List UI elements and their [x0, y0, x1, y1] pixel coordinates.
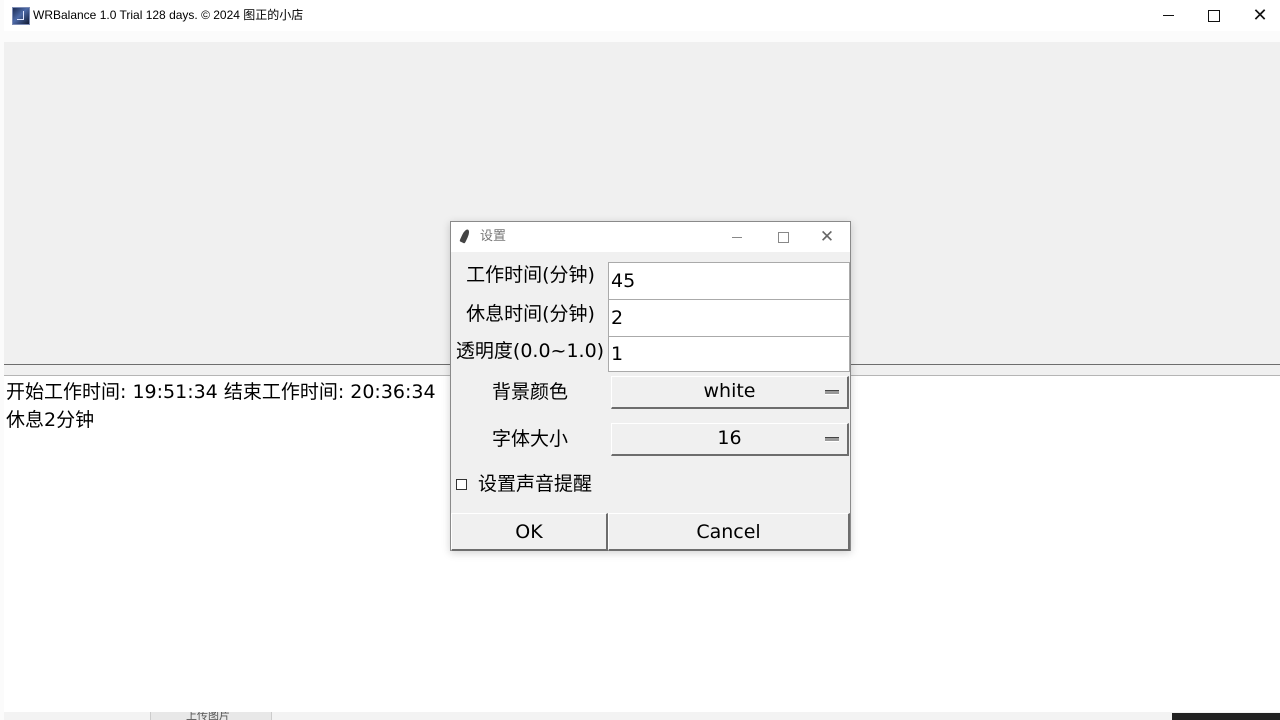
sound-reminder-label: 设置声音提醒	[478, 473, 593, 495]
sound-reminder-checkbox[interactable]: 设置声音提醒	[451, 468, 609, 500]
close-icon: ✕	[1252, 4, 1268, 26]
dialog-maximize-button[interactable]	[760, 222, 806, 252]
background-color-select[interactable]: white	[611, 376, 849, 409]
status-top-border	[4, 31, 1280, 42]
maximize-button[interactable]	[1191, 0, 1237, 31]
background-color-label: 背景颜色	[451, 380, 609, 404]
font-size-label: 字体大小	[451, 427, 609, 451]
minimize-icon	[1162, 15, 1174, 16]
maximize-icon	[1208, 9, 1220, 22]
dialog-title: 设置	[480, 229, 507, 244]
dialog-close-button[interactable]: ✕	[804, 222, 850, 252]
app-icon	[12, 7, 30, 25]
log-line-rest: 休息2分钟	[6, 409, 95, 431]
background-dark-strip	[1172, 713, 1280, 720]
close-button[interactable]: ✕	[1237, 0, 1280, 31]
window-title: WRBalance 1.0 Trial 128 days. © 2024 图正的…	[33, 8, 304, 22]
opacity-input[interactable]: 1	[608, 336, 850, 372]
minimize-button[interactable]	[1145, 0, 1191, 31]
opacity-label: 透明度(0.0~1.0)	[451, 339, 609, 363]
settings-dialog: 设置 ✕ 工作时间(分钟) 45 休息时间(分钟) 2 透明度(0.0~1.0)…	[450, 221, 851, 551]
rest-time-input[interactable]: 2	[608, 299, 850, 337]
checkbox-box[interactable]	[456, 479, 467, 490]
title-bar[interactable]: WRBalance 1.0 Trial 128 days. © 2024 图正的…	[4, 0, 1280, 31]
dropdown-indicator-icon	[825, 437, 839, 442]
rest-time-label: 休息时间(分钟)	[453, 302, 608, 326]
minimize-icon	[732, 236, 742, 238]
font-size-value: 16	[717, 427, 742, 449]
maximize-icon	[777, 231, 789, 243]
dropdown-indicator-icon	[825, 390, 839, 395]
close-icon: ✕	[819, 226, 835, 247]
dialog-minimize-button[interactable]	[714, 222, 760, 252]
feather-icon	[459, 228, 471, 244]
work-time-input[interactable]: 45	[608, 262, 850, 300]
work-time-label: 工作时间(分钟)	[453, 263, 608, 287]
dialog-title-bar[interactable]: 设置 ✕	[451, 222, 850, 252]
font-size-select[interactable]: 16	[611, 423, 849, 456]
log-line-work-time: 开始工作时间: 19:51:34 结束工作时间: 20:36:34	[6, 381, 436, 403]
cancel-button[interactable]: Cancel	[608, 513, 850, 551]
background-color-value: white	[703, 380, 756, 402]
dialog-body: 工作时间(分钟) 45 休息时间(分钟) 2 透明度(0.0~1.0) 1 背景…	[451, 252, 850, 551]
ok-button[interactable]: OK	[451, 513, 608, 551]
